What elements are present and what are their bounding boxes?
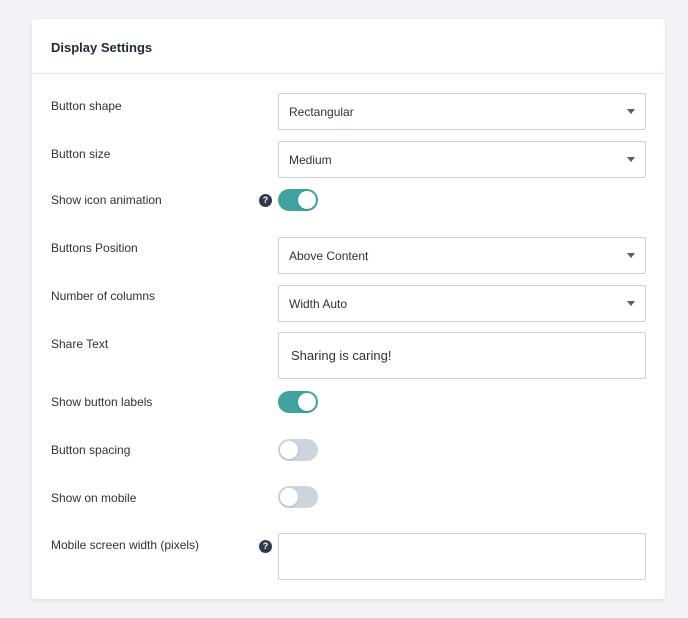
button-shape-value: Rectangular — [289, 105, 354, 119]
share-text-input[interactable] — [278, 332, 646, 379]
buttons-position-value: Above Content — [289, 249, 369, 263]
chevron-down-icon — [627, 253, 635, 258]
mobile-screen-width-input[interactable] — [278, 533, 646, 580]
number-of-columns-value: Width Auto — [289, 297, 348, 311]
button-spacing-toggle[interactable] — [278, 439, 318, 461]
number-of-columns-label: Number of columns — [51, 289, 156, 303]
toggle-knob — [298, 191, 316, 209]
show-on-mobile-toggle[interactable] — [278, 486, 318, 508]
chevron-down-icon — [627, 109, 635, 114]
display-settings-panel: Display Settings Button shape Rectangula… — [32, 19, 665, 599]
number-of-columns-select[interactable]: Width Auto — [278, 285, 646, 322]
buttons-position-select[interactable]: Above Content — [278, 237, 646, 274]
help-icon[interactable]: ? — [259, 540, 272, 553]
help-icon[interactable]: ? — [259, 194, 272, 207]
buttons-position-label: Buttons Position — [51, 241, 138, 255]
toggle-knob — [280, 488, 298, 506]
show-icon-animation-label: Show icon animation — [51, 193, 162, 207]
chevron-down-icon — [627, 157, 635, 162]
show-button-labels-label: Show button labels — [51, 395, 153, 409]
toggle-knob — [298, 393, 316, 411]
show-icon-animation-toggle[interactable] — [278, 189, 318, 211]
button-size-label: Button size — [51, 147, 111, 161]
button-shape-select[interactable]: Rectangular — [278, 93, 646, 130]
toggle-knob — [280, 441, 298, 459]
share-text-label: Share Text — [51, 337, 109, 351]
button-shape-label: Button shape — [51, 99, 122, 113]
panel-title: Display Settings — [32, 19, 665, 74]
show-button-labels-toggle[interactable] — [278, 391, 318, 413]
show-on-mobile-label: Show on mobile — [51, 491, 137, 505]
button-size-select[interactable]: Medium — [278, 141, 646, 178]
chevron-down-icon — [627, 301, 635, 306]
button-spacing-label: Button spacing — [51, 443, 131, 457]
mobile-screen-width-label: Mobile screen width (pixels) — [51, 538, 200, 552]
button-size-value: Medium — [289, 153, 332, 167]
